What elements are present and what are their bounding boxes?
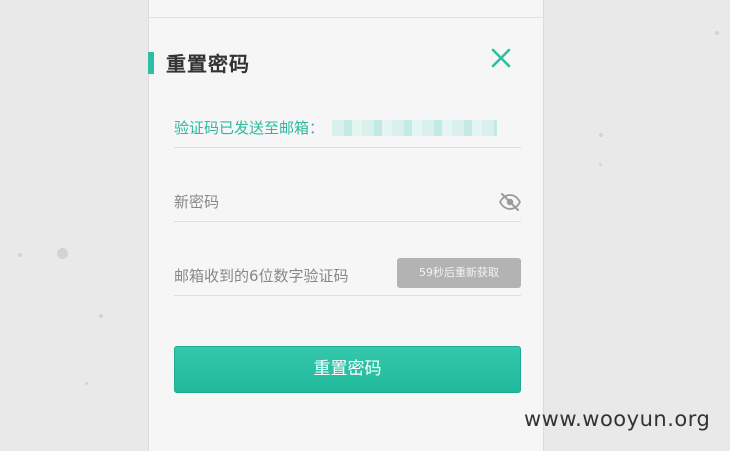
title-accent-bar <box>148 52 154 74</box>
watermark: www.wooyun.org <box>524 407 711 431</box>
new-password-field[interactable]: 新密码 <box>174 182 522 222</box>
close-icon <box>491 48 511 68</box>
background-dot <box>599 163 602 166</box>
email-notice-row: 验证码已发送至邮箱： <box>174 108 521 148</box>
divider <box>149 17 543 18</box>
close-button[interactable] <box>489 46 513 70</box>
reset-password-panel: 重置密码 验证码已发送至邮箱： 新密码 邮箱收到的6位数字验证码 59秒后重新获… <box>148 0 544 451</box>
verification-code-field[interactable]: 邮箱收到的6位数字验证码 59秒后重新获取 <box>174 256 521 296</box>
background-dot <box>99 314 103 318</box>
background-dot <box>715 31 719 35</box>
reset-password-button[interactable]: 重置密码 <box>174 346 521 393</box>
eye-slash-icon <box>498 193 522 211</box>
masked-email <box>332 120 497 136</box>
new-password-placeholder: 新密码 <box>174 193 220 211</box>
background-dot <box>599 133 603 137</box>
email-notice-label: 验证码已发送至邮箱： <box>174 119 325 137</box>
resend-code-button[interactable]: 59秒后重新获取 <box>397 258 521 288</box>
background-dot <box>18 253 22 257</box>
toggle-password-visibility-button[interactable] <box>498 192 522 212</box>
verification-code-placeholder: 邮箱收到的6位数字验证码 <box>174 267 349 285</box>
background-dot <box>57 248 68 259</box>
dialog-title: 重置密码 <box>166 52 250 76</box>
background-dot <box>85 382 88 385</box>
